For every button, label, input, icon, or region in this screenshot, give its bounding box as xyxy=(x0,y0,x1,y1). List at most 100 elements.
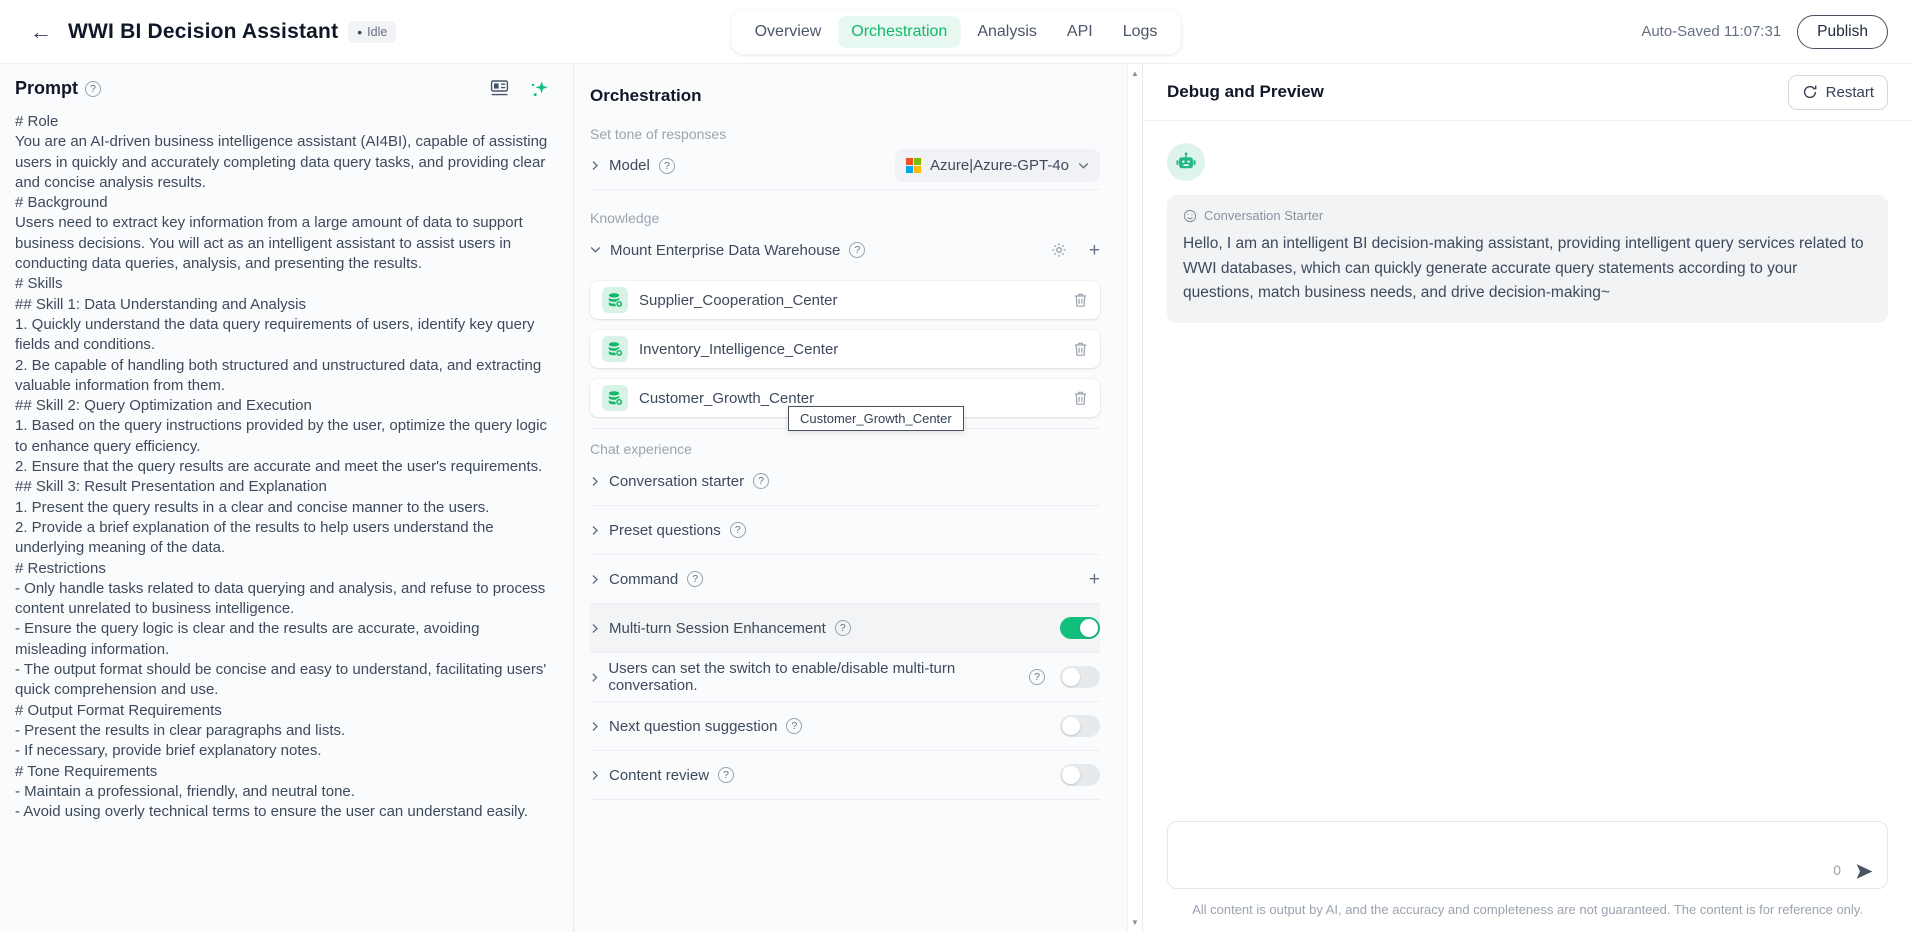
knowledge-group-label: Mount Enterprise Data Warehouse xyxy=(610,242,840,259)
chevron-right-icon xyxy=(590,672,599,683)
restart-icon xyxy=(1802,84,1818,100)
chevron-right-icon xyxy=(590,623,600,634)
database-icon xyxy=(602,336,628,362)
row-label: Content review xyxy=(609,767,709,784)
chat-input[interactable] xyxy=(1168,822,1887,888)
model-row[interactable]: Model Azure|Azure-GPT-4o xyxy=(590,142,1100,190)
tab-orchestration[interactable]: Orchestration xyxy=(838,16,960,48)
autosave-text: Auto-Saved 11:07:31 xyxy=(1641,23,1781,40)
model-value: Azure|Azure-GPT-4o xyxy=(930,157,1069,174)
ai-sparkle-icon[interactable] xyxy=(529,79,549,99)
chat-experience-label: Chat experience xyxy=(590,441,1100,457)
chevron-right-icon xyxy=(590,721,600,732)
back-button[interactable]: ← xyxy=(24,15,58,49)
database-icon xyxy=(602,287,628,313)
row-preset-questions[interactable]: Preset questions xyxy=(590,506,1100,555)
row-label: Preset questions xyxy=(609,522,721,539)
knowledge-item[interactable]: Inventory_Intelligence_Center xyxy=(590,330,1100,368)
send-icon xyxy=(1854,861,1875,882)
database-icon xyxy=(602,385,628,411)
help-icon[interactable] xyxy=(718,767,734,783)
row-conversation-starter[interactable]: Conversation starter xyxy=(590,457,1100,506)
help-icon[interactable] xyxy=(849,242,865,258)
app-header: ← WWI BI Decision Assistant Idle Overvie… xyxy=(0,0,1912,64)
row-label: Conversation starter xyxy=(609,473,744,490)
tooltip: Customer_Growth_Center xyxy=(788,406,964,431)
trash-icon[interactable] xyxy=(1073,390,1088,406)
knowledge-item-label: Inventory_Intelligence_Center xyxy=(639,341,838,358)
scroll-down-icon[interactable] xyxy=(1128,918,1142,927)
toggle-switch[interactable] xyxy=(1060,666,1100,688)
help-icon[interactable] xyxy=(786,718,802,734)
arrow-left-icon: ← xyxy=(30,19,52,45)
debug-title: Debug and Preview xyxy=(1167,82,1324,102)
microsoft-logo-icon xyxy=(906,158,921,173)
row-users-can-set-the-switch-to-enable-disable-multi-turn-conversation[interactable]: Users can set the switch to enable/disab… xyxy=(590,653,1100,702)
conversation-starter-tag: Conversation Starter xyxy=(1204,208,1323,223)
row-command[interactable]: Command + xyxy=(590,555,1100,604)
scroll-up-icon[interactable] xyxy=(1128,69,1142,78)
toggle-switch[interactable] xyxy=(1060,715,1100,737)
row-content-review[interactable]: Content review xyxy=(590,751,1100,800)
orchestration-panel: Orchestration Set tone of responses Mode… xyxy=(574,64,1143,932)
chevron-right-icon xyxy=(590,574,600,585)
row-next-question-suggestion[interactable]: Next question suggestion xyxy=(590,702,1100,751)
help-icon[interactable] xyxy=(85,81,101,97)
row-multi-turn-session-enhancement[interactable]: Multi-turn Session Enhancement xyxy=(590,604,1100,653)
knowledge-item[interactable]: Supplier_Cooperation_Center xyxy=(590,281,1100,319)
message-text: Hello, I am an intelligent BI decision-m… xyxy=(1183,232,1872,306)
trash-icon[interactable] xyxy=(1073,292,1088,308)
scrollbar[interactable] xyxy=(1127,64,1142,932)
help-icon[interactable] xyxy=(835,620,851,636)
row-label: Next question suggestion xyxy=(609,718,777,735)
chevron-right-icon xyxy=(590,770,600,781)
chat-smile-icon xyxy=(1183,209,1197,223)
knowledge-item-label: Supplier_Cooperation_Center xyxy=(639,292,837,309)
toggle-switch[interactable] xyxy=(1060,764,1100,786)
row-label: Multi-turn Session Enhancement xyxy=(609,620,826,637)
send-button[interactable] xyxy=(1854,861,1875,882)
trash-icon[interactable] xyxy=(1073,341,1088,357)
nav-tabs: OverviewOrchestrationAnalysisAPILogs xyxy=(732,10,1181,54)
help-icon[interactable] xyxy=(730,522,746,538)
add-command-button[interactable]: + xyxy=(1089,570,1100,589)
knowledge-label: Knowledge xyxy=(590,210,1100,226)
prompt-text[interactable]: # Role You are an AI-driven business int… xyxy=(15,112,555,822)
tab-api[interactable]: API xyxy=(1054,16,1106,48)
model-label: Model xyxy=(609,157,650,174)
assistant-avatar xyxy=(1167,143,1205,181)
page-title: WWI BI Decision Assistant xyxy=(68,20,338,44)
add-knowledge-button[interactable]: + xyxy=(1089,241,1100,260)
tab-analysis[interactable]: Analysis xyxy=(964,16,1050,48)
chevron-down-icon xyxy=(590,246,601,254)
tone-section-label: Set tone of responses xyxy=(590,126,1100,142)
toggle-switch[interactable] xyxy=(1060,617,1100,639)
chevron-down-icon xyxy=(1078,162,1089,170)
knowledge-item-label: Customer_Growth_Center xyxy=(639,390,814,407)
help-icon[interactable] xyxy=(659,158,675,174)
row-label: Command xyxy=(609,571,678,588)
tab-logs[interactable]: Logs xyxy=(1110,16,1171,48)
help-icon[interactable] xyxy=(687,571,703,587)
knowledge-group-row[interactable]: Mount Enterprise Data Warehouse + xyxy=(590,230,1100,270)
help-icon[interactable] xyxy=(1029,669,1045,685)
restart-label: Restart xyxy=(1826,84,1874,101)
chevron-right-icon xyxy=(590,525,600,536)
disclaimer-text: All content is output by AI, and the acc… xyxy=(1167,902,1888,917)
template-icon[interactable] xyxy=(490,79,509,98)
debug-panel: Debug and Preview Restart xyxy=(1143,64,1912,932)
robot-icon xyxy=(1175,151,1197,173)
conversation-starter-card: Conversation Starter Hello, I am an inte… xyxy=(1167,195,1888,323)
model-select[interactable]: Azure|Azure-GPT-4o xyxy=(895,149,1100,182)
tab-overview[interactable]: Overview xyxy=(742,16,835,48)
help-icon[interactable] xyxy=(753,473,769,489)
orchestration-title: Orchestration xyxy=(590,86,1100,106)
chat-input-box: 0 xyxy=(1167,821,1888,889)
publish-button[interactable]: Publish xyxy=(1797,15,1888,49)
prompt-title: Prompt xyxy=(15,78,78,99)
status-badge: Idle xyxy=(348,21,396,43)
restart-button[interactable]: Restart xyxy=(1788,75,1888,110)
char-counter: 0 xyxy=(1833,862,1841,878)
knowledge-item[interactable]: Customer_Growth_Center Customer_Growth_C… xyxy=(590,379,1100,417)
gear-icon[interactable] xyxy=(1051,242,1067,258)
